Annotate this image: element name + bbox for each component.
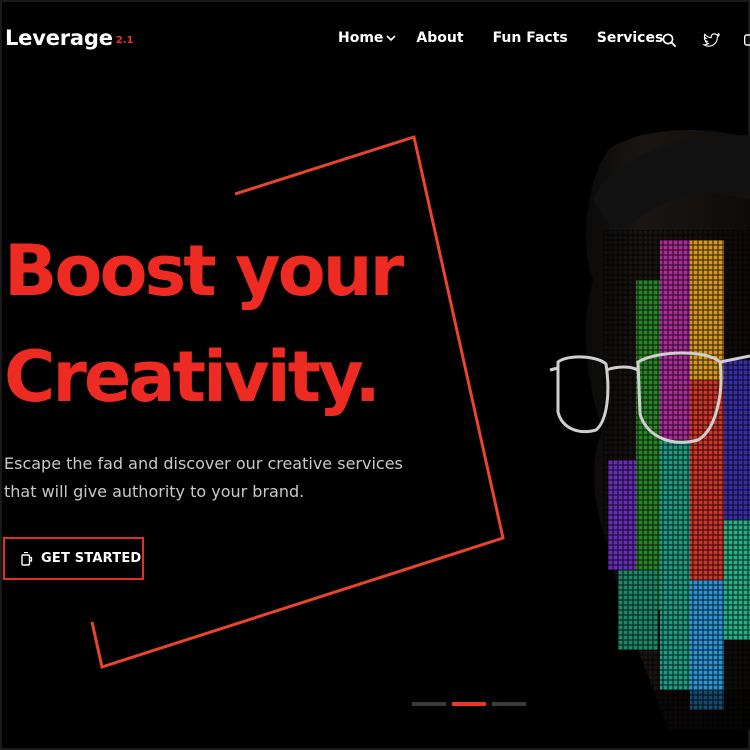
- slider-dot-1[interactable]: [412, 702, 446, 706]
- hero-subtext-line-1: Escape the fad and discover our creative…: [4, 454, 403, 473]
- brand-version: 2.1: [115, 35, 134, 46]
- nav-item-about-label: About: [416, 30, 464, 46]
- hero-headline-line-1: Boost your: [4, 230, 404, 312]
- hero-subtext: Escape the fad and discover our creative…: [4, 450, 424, 506]
- nav-item-fun-facts-label: Fun Facts: [492, 30, 568, 46]
- brand-logo[interactable]: Leverage 2.1: [5, 26, 133, 50]
- cup-icon: [21, 551, 33, 566]
- nav-item-services[interactable]: Services: [597, 30, 664, 46]
- get-started-button[interactable]: GET STARTED: [3, 537, 144, 580]
- chevron-down-icon: [386, 35, 396, 42]
- slider-pagination: [412, 702, 526, 706]
- twitter-icon[interactable]: [703, 33, 720, 48]
- nav-item-services-label: Services: [596, 30, 664, 46]
- search-icon[interactable]: [662, 33, 677, 48]
- nav-item-fun-facts[interactable]: Fun Facts: [493, 30, 568, 46]
- brand-name: Leverage: [5, 26, 113, 50]
- get-started-label: GET STARTED: [41, 551, 142, 566]
- top-navigation: Leverage 2.1 Home About Fun Facts Servic…: [0, 0, 750, 82]
- nav-item-home[interactable]: Home: [338, 30, 396, 46]
- hero-subtext-line-2: that will give authority to your brand.: [4, 482, 305, 501]
- hero-headline: Boost your Creativity.: [4, 218, 404, 430]
- overflow-icon[interactable]: [744, 33, 750, 48]
- nav-item-about[interactable]: About: [416, 30, 463, 46]
- slider-dot-3[interactable]: [492, 702, 526, 706]
- hero-portrait-image: [548, 130, 750, 730]
- main-menu: Home About Fun Facts Services: [338, 30, 663, 46]
- nav-item-home-label: Home: [338, 30, 384, 46]
- hero-headline-line-2: Creativity.: [4, 336, 381, 418]
- slider-dot-2-active[interactable]: [452, 702, 486, 706]
